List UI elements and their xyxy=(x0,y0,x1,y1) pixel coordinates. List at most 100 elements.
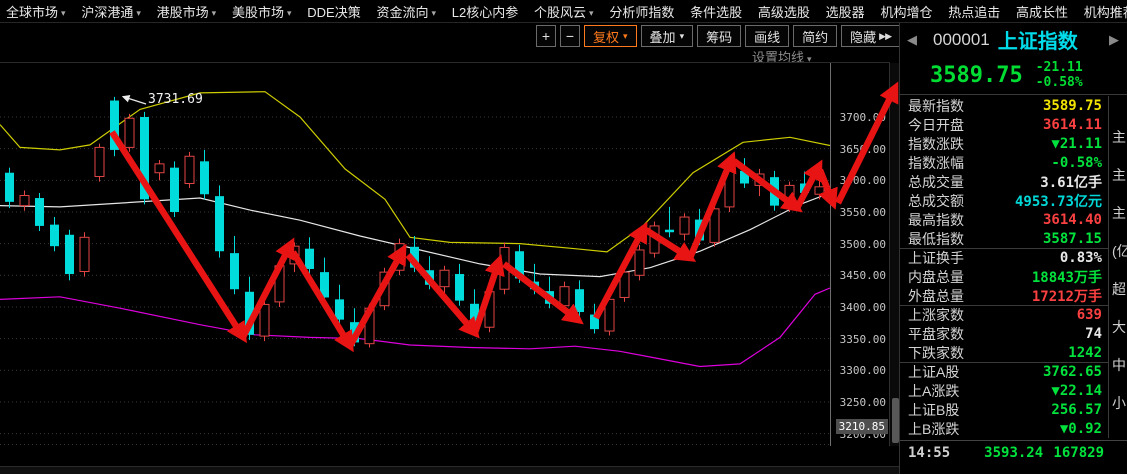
trading-app-window: 全球市场▾ 沪深港通▾ 港股市场▾ 美股市场▾ DDE决策资金流向▾ L2核心内参个股风云… xyxy=(0,0,1127,474)
quote-row: 外盘总量17212万手 xyxy=(900,286,1108,305)
quote-row-label: 上B涨跌 xyxy=(908,419,959,439)
chart-toolbar: +−复权▾叠加▾筹码画线简约隐藏▶▶ xyxy=(536,25,924,47)
chevron-down-icon: ▾ xyxy=(136,8,141,18)
stock-code: 000001 xyxy=(933,30,990,50)
quote-row-value: 3.61亿手 xyxy=(1040,172,1102,192)
quote-row-label: 外盘总量 xyxy=(908,286,964,306)
menu-item[interactable]: 热点追击 xyxy=(948,2,1000,21)
menu-item[interactable]: 港股市场▾ xyxy=(157,2,217,21)
clipped-label: 主 xyxy=(1112,203,1126,223)
axis-tick-label: 3450.00 xyxy=(832,269,886,282)
quote-row-label: 上证换手 xyxy=(908,248,964,268)
toolbar-button[interactable]: 隐藏▶▶ xyxy=(841,25,900,47)
chevron-down-icon: ▾ xyxy=(287,8,292,18)
quote-row: 最新指数 3589.75 xyxy=(900,96,1108,115)
menu-item[interactable]: 分析师指数 xyxy=(609,2,674,21)
chevron-down-icon: ▾ xyxy=(680,31,685,42)
menu-item[interactable]: 机构推荐 xyxy=(1084,2,1127,21)
quote-row-label: 指数涨跌 xyxy=(908,134,964,154)
quote-row: 上证B股256.57 xyxy=(900,400,1108,419)
quote-row: 上证A股3762.65 xyxy=(900,362,1108,381)
menu-item[interactable]: 资金流向▾ xyxy=(376,2,436,21)
chevron-down-icon: ▾ xyxy=(212,8,217,18)
quote-rows: 最新指数 3589.75今日开盘3614.11指数涨跌▼21.11指数涨幅 -0.5… xyxy=(900,96,1108,438)
quote-row-label: 最高指数 xyxy=(908,210,964,230)
quote-row-label: 总成交额 xyxy=(908,191,964,211)
quote-row-value: ▼22.14 xyxy=(1051,383,1102,399)
quote-row-label: 最新指数 xyxy=(908,96,964,116)
quote-row-label: 上涨家数 xyxy=(908,305,964,325)
quote-row: 内盘总量 18843万手 xyxy=(900,267,1108,286)
chevron-down-icon: ▾ xyxy=(623,31,628,42)
toolbar-button[interactable]: 简约 xyxy=(793,25,837,47)
prev-stock-button[interactable]: ◀ xyxy=(907,32,917,48)
quote-panel: ◀ 000001 上证指数 ▶ 3589.75 -21.11 -0.58% 最新… xyxy=(899,23,1127,474)
clipped-label: 小 xyxy=(1112,393,1126,413)
quote-row-value: 74 xyxy=(1085,326,1102,342)
quote-row-label: 上A涨跌 xyxy=(908,381,959,401)
axis-tick-label: 3400.00 xyxy=(832,301,886,314)
quote-row: 上B涨跌▼0.92 xyxy=(900,419,1108,438)
quote-row: 今日开盘3614.11 xyxy=(900,115,1108,134)
quote-header: ◀ 000001 上证指数 ▶ xyxy=(900,23,1127,56)
quote-time: 14:55 xyxy=(908,445,950,461)
axis-tick-label: 3700.00 xyxy=(832,111,886,124)
quote-row-value: 0.83% xyxy=(1060,250,1102,266)
axis-tick-label: 3550.00 xyxy=(832,206,886,219)
axis-tick-label: 3350.00 xyxy=(832,333,886,346)
quote-row: 指数涨跌▼21.11 xyxy=(900,134,1108,153)
kline-chart-canvas[interactable] xyxy=(0,63,830,446)
quote-row-label: 最低指数 xyxy=(908,229,964,249)
high-price-annotation: 3731.69 xyxy=(148,92,203,107)
quote-row-label: 总成交量 xyxy=(908,172,964,192)
quote-row-value: 3589.75 xyxy=(1043,98,1102,114)
quote-row-label: 指数涨幅 xyxy=(908,153,964,173)
menu-item[interactable]: 高级选股 xyxy=(758,2,810,21)
menu-item[interactable]: 高成长性 xyxy=(1016,2,1068,21)
quote-row: 平盘家数 74 xyxy=(900,324,1108,343)
chart-scrollbar-thumb[interactable] xyxy=(892,398,899,443)
quote-row-value: 3614.11 xyxy=(1043,117,1102,133)
toolbar-button[interactable]: 复权▾ xyxy=(584,25,637,47)
quote-row: 下跌家数1242 xyxy=(900,343,1108,362)
quote-row: 上证换手 0.83% xyxy=(900,248,1108,267)
next-stock-button[interactable]: ▶ xyxy=(1109,32,1119,48)
change-value: -21.11 xyxy=(1036,60,1083,75)
menu-item[interactable]: DDE决策 xyxy=(307,2,360,21)
axis-tick-label: 3250.00 xyxy=(832,396,886,409)
quote-row-value: 3614.40 xyxy=(1043,212,1102,228)
menu-item[interactable]: 机构增仓 xyxy=(880,2,932,21)
quote-row: 上A涨跌 ▼22.14 xyxy=(900,381,1108,400)
clipped-second-column: 主主主(亿超大中小 xyxy=(1108,96,1127,438)
quote-row-value: 18843万手 xyxy=(1032,267,1102,287)
quote-row-label: 平盘家数 xyxy=(908,324,964,344)
axis-tick-label: 3650.00 xyxy=(832,143,886,156)
toolbar-button[interactable]: 叠加▾ xyxy=(641,25,694,47)
clipped-label: 超 xyxy=(1112,279,1126,299)
menu-item[interactable]: L2核心内参 xyxy=(452,2,518,21)
menu-item[interactable]: 个股风云▾ xyxy=(534,2,594,21)
menu-item[interactable]: 全球市场▾ xyxy=(6,2,66,21)
stock-name: 上证指数 xyxy=(998,25,1078,54)
quote-row-label: 内盘总量 xyxy=(908,267,964,287)
zoom-out-button[interactable]: − xyxy=(560,25,580,47)
menu-item[interactable]: 美股市场▾ xyxy=(232,2,292,21)
menu-item[interactable]: 选股器 xyxy=(826,2,865,21)
toolbar-button[interactable]: 筹码 xyxy=(697,25,741,47)
quote-row: 最高指数 3614.40 xyxy=(900,210,1108,229)
axis-tick-label: 3300.00 xyxy=(832,364,886,377)
zoom-in-button[interactable]: + xyxy=(536,25,556,47)
menu-item[interactable]: 条件选股 xyxy=(690,2,742,21)
clipped-label: 主 xyxy=(1112,165,1126,185)
quote-row: 总成交量 3.61亿手 xyxy=(900,172,1108,191)
quote-row-label: 下跌家数 xyxy=(908,343,964,363)
avg-price: 3593.24 xyxy=(984,445,1043,461)
axis-tick-label: 3500.00 xyxy=(832,238,886,251)
menu-item[interactable]: 沪深港通▾ xyxy=(81,2,141,21)
quote-row-value: -0.58% xyxy=(1051,155,1102,171)
price-axis: 3700.00 3650.00 3600.00 3550.00 3500.00 3450.… xyxy=(830,63,890,446)
change-percent: -0.58% xyxy=(1036,75,1083,90)
toolbar-button[interactable]: 画线 xyxy=(745,25,789,47)
quote-row-value: 639 xyxy=(1077,307,1102,323)
axis-tick-label: 3600.00 xyxy=(832,174,886,187)
